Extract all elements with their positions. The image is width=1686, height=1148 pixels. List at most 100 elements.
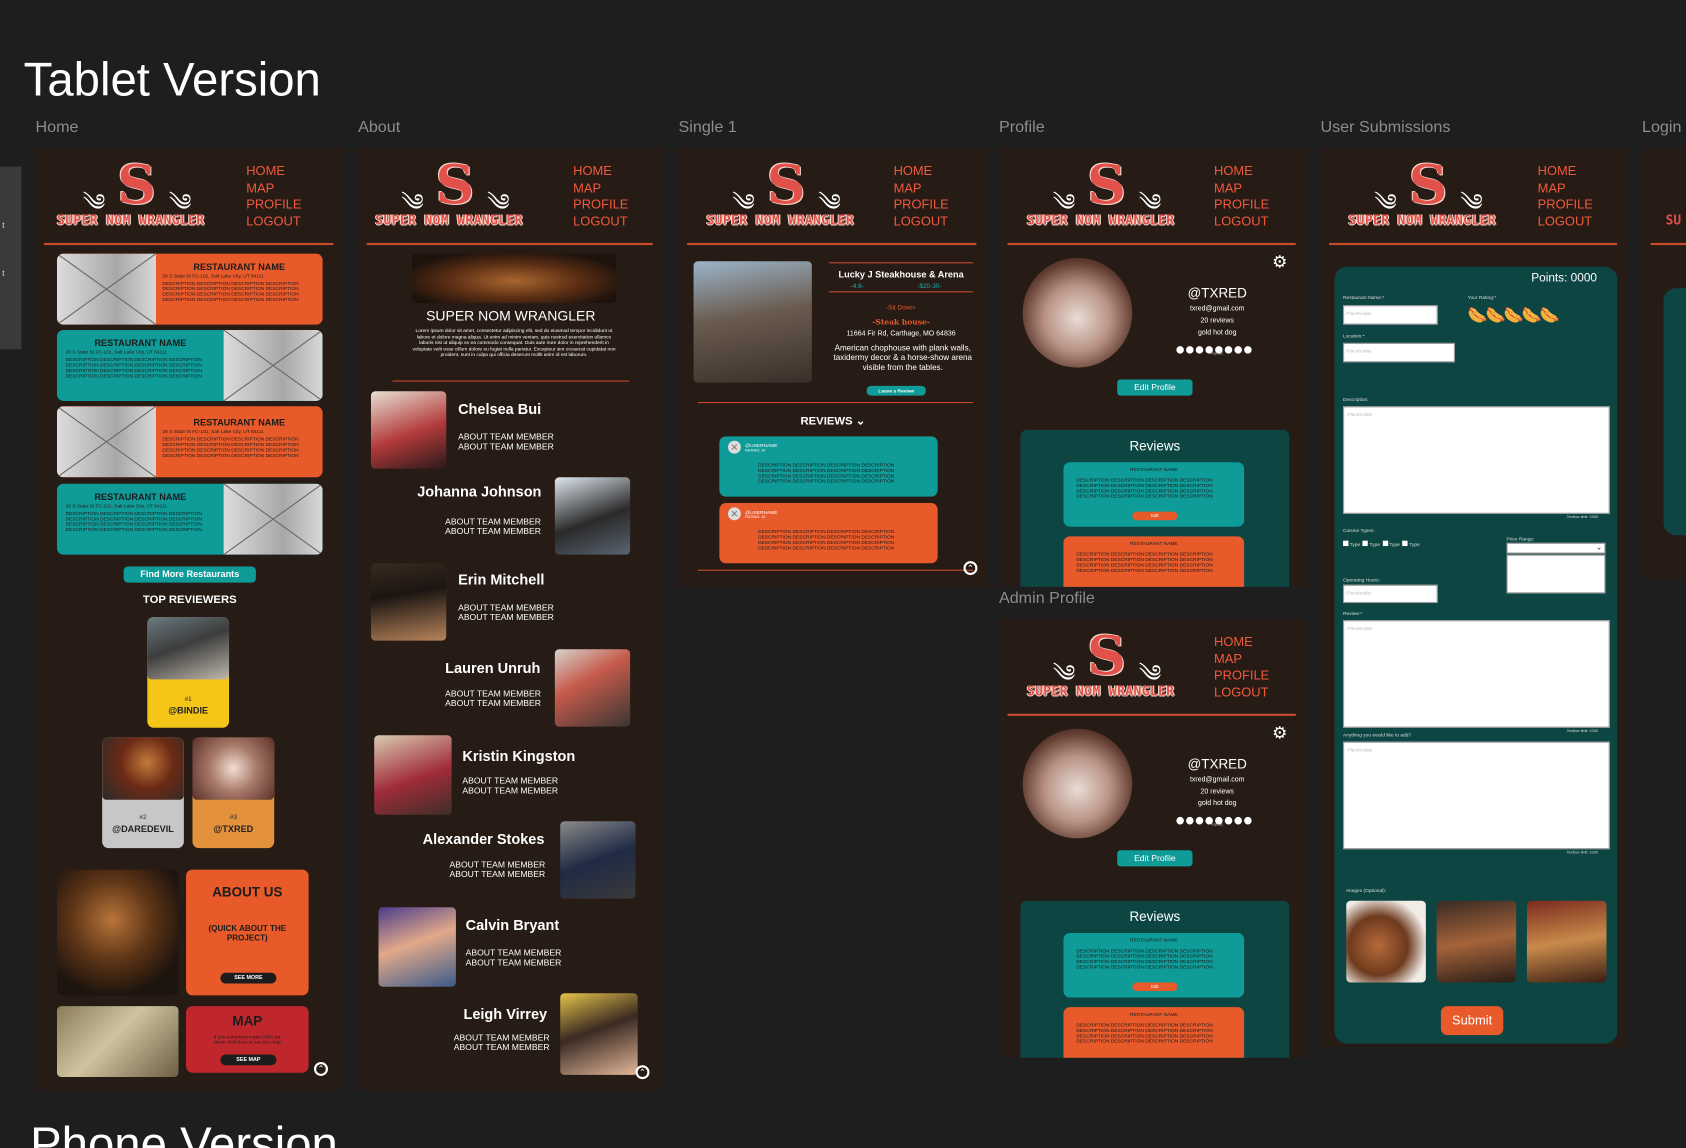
profile-review-card[interactable]: RESTAURANT NAME DESCRIPTION DESCRIPTION … (1063, 536, 1245, 587)
nav-map[interactable]: MAP (1214, 651, 1269, 668)
about-us-card[interactable]: ABOUT US (QUICK ABOUT THE PROJECT) SEE M… (186, 869, 309, 996)
hours-input[interactable]: Placeholder (1343, 584, 1438, 604)
nav-map[interactable]: MAP (573, 180, 628, 197)
restaurant-card[interactable]: RESTAURANT NAME 28 S State St FC-101, Sa… (56, 406, 323, 478)
settings-gear-icon[interactable]: ⚙ (1272, 252, 1287, 273)
frame-label-home[interactable]: Home (35, 118, 78, 136)
nav-map[interactable]: MAP (894, 180, 949, 197)
nav-home[interactable]: HOME (1538, 163, 1593, 180)
edit-review-button[interactable]: Edit (1132, 982, 1178, 992)
nav-home[interactable]: HOME (573, 163, 628, 180)
review-card[interactable]: ✕ @USERNAME RATING: 10 DESCRIPTION DESCR… (719, 436, 938, 497)
divider (366, 242, 653, 246)
frame-label-login[interactable]: Login (1642, 118, 1681, 136)
restaurant-name: RESTAURANT NAME (94, 491, 187, 502)
trophy-dots (1176, 810, 1253, 829)
nav-logout[interactable]: LOGOUT (1214, 684, 1269, 701)
nav-profile[interactable]: PROFILE (1538, 197, 1593, 214)
member-photo (554, 649, 631, 727)
member-photo (560, 993, 638, 1075)
find-more-button[interactable]: Find More Restaurants (123, 566, 256, 583)
side-panel[interactable]: t t (0, 166, 22, 350)
nav-profile[interactable]: PROFILE (894, 197, 949, 214)
frame-label-profile[interactable]: Profile (999, 118, 1045, 136)
nav-home[interactable]: HOME (1214, 163, 1269, 180)
nav-map[interactable]: MAP (1538, 180, 1593, 197)
brand-logo[interactable]: ༄ S ༄ SUPER NOM WRANGLER (1023, 156, 1206, 239)
nav-home[interactable]: HOME (246, 163, 301, 180)
brand-logo[interactable]: ༄ S ༄ SUPER NOM WRANGLER (702, 156, 885, 239)
trophy-dots (1176, 340, 1253, 359)
map-card[interactable]: MAP if you somehow made it this far down… (186, 1006, 309, 1073)
review-card[interactable]: ✕ @USERNAME RATING: 10 DESCRIPTION DESCR… (719, 503, 938, 564)
upload-image[interactable] (1526, 900, 1607, 983)
main-nav: HOME MAP PROFILE LOGOUT (1214, 634, 1269, 701)
profile-review-card[interactable]: RESTAURANT NAME DESCRIPTION DESCRIPTION … (1063, 933, 1245, 998)
nav-map[interactable]: MAP (1214, 180, 1269, 197)
see-map-button[interactable]: SEE MAP (220, 1054, 277, 1066)
profile-review-card[interactable]: RESTAURANT NAME DESCRIPTION DESCRIPTION … (1063, 1007, 1245, 1058)
reviewer-handle: @DAREDEVIL (112, 823, 174, 835)
nav-profile[interactable]: PROFILE (1214, 197, 1269, 214)
reviewer-card[interactable]: #2 @DAREDEVIL (102, 737, 184, 849)
nav-home[interactable]: HOME (1214, 634, 1269, 651)
submit-button[interactable]: Submit (1440, 1006, 1504, 1036)
nav-logout[interactable]: LOGOUT (573, 213, 628, 230)
image-placeholder (223, 483, 323, 555)
reviewer-card[interactable]: #1 @BINDIE (147, 616, 230, 728)
reviews-toggle[interactable]: REVIEWS ⌄ (679, 415, 988, 428)
restaurant-card[interactable]: RESTAURANT NAME 28 S State St FC-101, Sa… (56, 253, 323, 325)
nav-profile[interactable]: PROFILE (1214, 668, 1269, 685)
design-canvas: Tablet Version Phone Version t t Home Ab… (0, 0, 1686, 1148)
scroll-top-icon[interactable]: ⌃ (963, 561, 978, 576)
nav-logout[interactable]: LOGOUT (894, 213, 949, 230)
brand-logo[interactable]: ༄ S ༄ SUPER NOM WRANGLER (1023, 627, 1206, 710)
frame-label-single[interactable]: Single 1 (679, 118, 737, 136)
profile-review-card[interactable]: RESTAURANT NAME DESCRIPTION DESCRIPTION … (1063, 462, 1245, 527)
member-photo (370, 563, 447, 641)
see-more-button[interactable]: SEE MORE (220, 972, 277, 984)
frame-label-submissions[interactable]: User Submissions (1320, 118, 1450, 136)
cuisine-checkboxes[interactable]: Type Type Type Type (1343, 540, 1420, 547)
upload-image[interactable] (1436, 900, 1517, 983)
restaurant-card[interactable]: RESTAURANT NAME 28 S State St FC-101, Sa… (56, 483, 323, 555)
nav-map[interactable]: MAP (246, 180, 301, 197)
scroll-top-icon[interactable]: ⌃ (635, 1065, 650, 1080)
review-textarea[interactable]: Placeholder (1343, 620, 1610, 728)
main-nav: HOME MAP PROFILE LOGOUT (573, 163, 628, 230)
description-textarea[interactable]: Placeholder (1343, 406, 1610, 514)
additional-textarea[interactable]: Placeholder (1343, 741, 1610, 850)
nav-logout[interactable]: LOGOUT (1538, 213, 1593, 230)
brand-logo[interactable]: ༄ S ༄ SUPER NOM WRANGLER (371, 156, 554, 239)
nav-logout[interactable]: LOGOUT (1214, 213, 1269, 230)
price-range-select[interactable]: ⌄ (1506, 542, 1606, 554)
main-nav: HOME MAP PROFILE LOGOUT (1214, 163, 1269, 230)
edit-profile-button[interactable]: Edit Profile (1117, 850, 1193, 867)
upload-image[interactable] (1346, 900, 1426, 983)
nav-home[interactable]: HOME (894, 163, 949, 180)
edit-profile-button[interactable]: Edit Profile (1117, 379, 1193, 396)
restaurant-name-input[interactable]: Placeholder (1343, 305, 1438, 325)
restaurant-card[interactable]: RESTAURANT NAME 28 S State St FC-101, Sa… (56, 329, 323, 401)
location-input[interactable]: Placeholder (1343, 342, 1455, 363)
main-nav: HOME MAP PROFILE LOGOUT (246, 163, 301, 230)
reviewer-card[interactable]: #3 @TXRED (192, 737, 275, 849)
divider (687, 242, 977, 246)
scroll-top-icon[interactable]: ⌃ (313, 1062, 328, 1076)
nav-profile[interactable]: PROFILE (246, 197, 301, 214)
edit-review-button[interactable]: Edit (1132, 511, 1178, 521)
settings-gear-icon[interactable]: ⚙ (1272, 722, 1287, 743)
chevron-down-icon: ⌄ (1595, 543, 1603, 552)
nav-logout[interactable]: LOGOUT (246, 213, 301, 230)
frame-label-admin[interactable]: Admin Profile (999, 589, 1095, 607)
brand-logo[interactable]: ༄ S ༄ SUPER NOM WRANGLER (1344, 156, 1527, 239)
frame-label-about[interactable]: About (358, 118, 400, 136)
main-nav: HOME MAP PROFILE LOGOUT (894, 163, 949, 230)
avatar-placeholder-icon: ✕ (727, 440, 741, 454)
leave-review-button[interactable]: Leave a Review (866, 385, 926, 396)
reviews-panel: Reviews RESTAURANT NAME DESCRIPTION DESC… (1020, 429, 1290, 587)
price-range-list[interactable] (1506, 554, 1606, 594)
hotdog-rating-icon[interactable]: 🌭🌭🌭🌭🌭 (1468, 305, 1560, 324)
brand-logo[interactable]: ༄ S ༄ SUPER NOM WRANGLER (53, 156, 236, 239)
nav-profile[interactable]: PROFILE (573, 197, 628, 214)
